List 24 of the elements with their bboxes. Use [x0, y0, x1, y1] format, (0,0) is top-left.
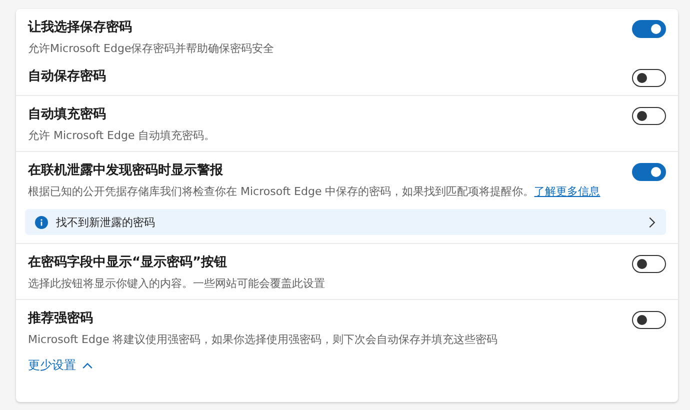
chevron-up-icon	[82, 362, 93, 369]
info-icon	[35, 216, 48, 228]
learn-more-link[interactable]: 了解更多信息	[534, 185, 600, 198]
setting-title: 推荐强密码	[28, 310, 94, 328]
toggle-switch[interactable]	[632, 69, 666, 87]
notice-text: 找不到新泄露的密码	[56, 214, 156, 230]
setting-description: 允许Microsoft Edge保存密码并帮助确保密码安全	[28, 41, 276, 56]
toggle-switch[interactable]	[632, 311, 666, 329]
toggle-switch[interactable]	[632, 107, 666, 125]
setting-description: Microsoft Edge 将建议使用强密码，如果你选择使用强密码，则下次会自动保存并填充这些密码	[28, 332, 499, 347]
setting-title: 在联机泄露中发现密码时显示警报	[28, 162, 224, 180]
setting-title: 让我选择保存密码	[28, 19, 133, 37]
setting-title: 自动保存密码	[28, 68, 107, 86]
chevron-right-icon	[648, 216, 656, 228]
setting-description: 允许 Microsoft Edge 自动填充密码。	[28, 128, 216, 143]
setting-title: 自动填充密码	[28, 106, 107, 124]
setting-title: 在密码字段中显示“显示密码”按钮	[28, 254, 228, 272]
fewer-settings-link[interactable]: 更少设置	[28, 353, 93, 378]
toggle-switch[interactable]	[632, 163, 666, 181]
toggle-switch[interactable]	[632, 20, 666, 38]
toggle-switch[interactable]	[632, 255, 666, 273]
notice-bar[interactable]: 找不到新泄露的密码	[25, 209, 666, 235]
setting-description: 根据已知的公开凭据存储库我们将检查你在 Microsoft Edge 中保存的密码，如果找到匹配项将提醒你。了解更多信息	[28, 184, 602, 199]
setting-description: 选择此按钮将显示你键入的内容。一些网站可能会覆盖此设置	[28, 276, 326, 291]
